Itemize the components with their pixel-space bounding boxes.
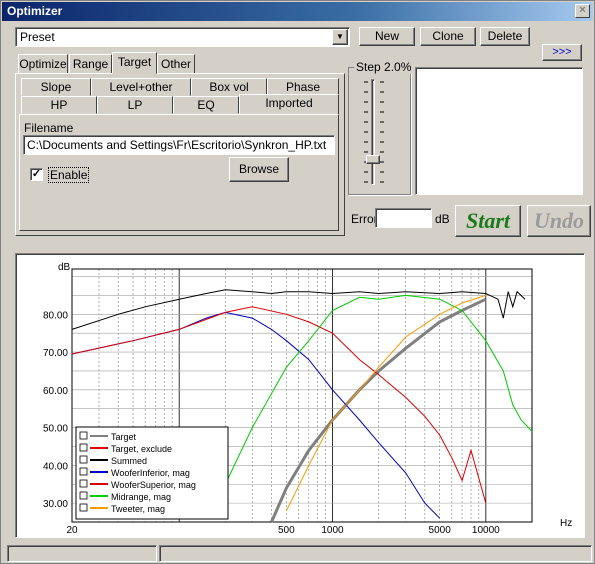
- optimizer-window: Optimizer × Preset ▼ New Clone Delete >>…: [0, 0, 595, 564]
- status-panel-2: [159, 545, 592, 562]
- subtab-imported[interactable]: Imported: [239, 94, 339, 114]
- y-tick-label: 70.00: [43, 348, 68, 359]
- tab-optimize[interactable]: Optimize: [18, 54, 68, 74]
- filename-label: Filename: [24, 121, 74, 135]
- y-axis-label: dB: [58, 262, 71, 273]
- legend-label: WooferInferior, mag: [111, 468, 190, 478]
- legend-label: Summed: [111, 456, 147, 466]
- close-button[interactable]: ×: [575, 4, 590, 18]
- y-tick-label: 60.00: [43, 386, 68, 397]
- legend-checkbox: [79, 503, 88, 512]
- expand-button[interactable]: >>>: [542, 44, 582, 61]
- preset-dropdown[interactable]: Preset ▼: [15, 27, 350, 47]
- chevron-down-icon[interactable]: ▼: [332, 29, 348, 45]
- enable-checkbox[interactable]: ✓: [30, 168, 43, 181]
- delete-button[interactable]: Delete: [480, 27, 530, 46]
- error-field[interactable]: [375, 208, 432, 228]
- y-tick-label: 40.00: [43, 461, 68, 472]
- step-slider-thumb[interactable]: [366, 155, 380, 164]
- info-box: [415, 67, 583, 195]
- error-label: Error: [351, 212, 378, 226]
- x-tick-label: 500: [278, 525, 295, 536]
- legend-label: Target: [111, 432, 137, 442]
- legend-checkbox: [79, 479, 88, 488]
- subtab-hp[interactable]: HP: [21, 96, 97, 114]
- filename-value: C:\Documents and Settings\Fr\Escritorio\…: [27, 138, 327, 152]
- legend-checkbox: [79, 431, 88, 440]
- error-unit: dB: [435, 212, 450, 226]
- title-bar[interactable]: Optimizer ×: [2, 2, 593, 21]
- subtab-lp[interactable]: LP: [97, 96, 173, 114]
- step-label: Step 2.0%: [354, 60, 414, 74]
- legend-checkbox: [79, 443, 88, 452]
- clone-button[interactable]: Clone: [420, 27, 476, 46]
- legend-label: Target, exclude: [111, 444, 172, 454]
- filename-field[interactable]: C:\Documents and Settings\Fr\Escritorio\…: [23, 135, 335, 155]
- legend-label: Tweeter, mag: [111, 504, 165, 514]
- browse-button[interactable]: Browse: [229, 157, 289, 182]
- x-tick-label: 5000: [429, 525, 452, 536]
- legend-checkbox: [79, 467, 88, 476]
- preset-value: Preset: [20, 30, 55, 44]
- undo-button[interactable]: Undo: [527, 205, 591, 237]
- chart-svg: 30.00 40.00 50.00 60.00 70.00 80.00 20 500 1000 5…: [43, 262, 572, 536]
- x-tick-label: 20: [66, 525, 78, 536]
- x-tick-label: 1000: [321, 525, 344, 536]
- x-axis-label: Hz: [560, 518, 572, 529]
- subtab-eq[interactable]: EQ: [173, 96, 239, 114]
- legend-label: Midrange, mag: [111, 492, 171, 502]
- y-tick-label: 50.00: [43, 424, 68, 435]
- frequency-response-chart: 30.00 40.00 50.00 60.00 70.00 80.00 20 500 1000 5…: [15, 253, 585, 538]
- subtab-slope[interactable]: Slope: [21, 78, 91, 96]
- tab-other[interactable]: Other: [157, 54, 195, 74]
- legend-checkbox: [79, 455, 88, 464]
- new-button[interactable]: New: [359, 27, 415, 46]
- start-button[interactable]: Start: [455, 205, 521, 237]
- series-line-tweeter-mag: [285, 294, 486, 511]
- x-tick-label: 10000: [472, 525, 500, 536]
- status-panel-1: [7, 545, 157, 562]
- legend-checkbox: [79, 491, 88, 500]
- series-line-midrange-mag: [205, 294, 533, 515]
- subtab-level-other[interactable]: Level+other: [91, 78, 191, 96]
- y-tick-label: 30.00: [43, 499, 68, 510]
- tab-target[interactable]: Target: [112, 52, 157, 74]
- enable-label[interactable]: Enable: [48, 167, 90, 183]
- window-title: Optimizer: [7, 4, 63, 18]
- y-tick-label: 80.00: [43, 310, 68, 321]
- tab-range[interactable]: Range: [69, 54, 112, 74]
- slider-ticks: [364, 81, 384, 183]
- legend-label: WooferSuperior, mag: [111, 480, 196, 490]
